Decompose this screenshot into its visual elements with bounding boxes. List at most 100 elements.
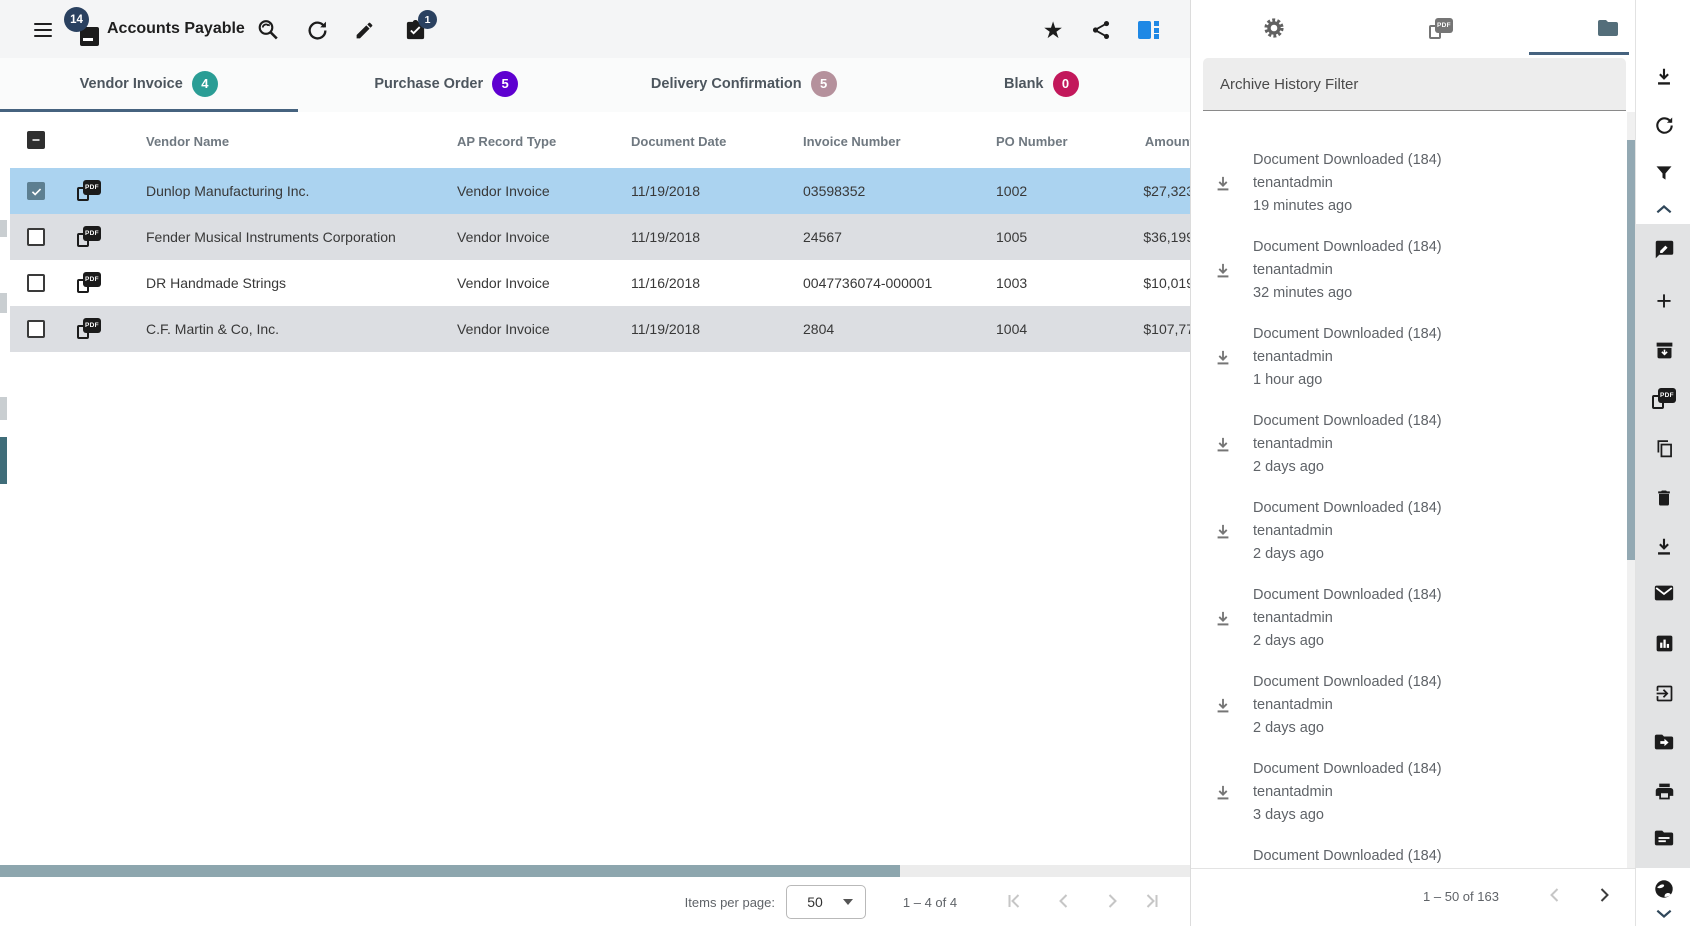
column-header-invoice-number: Invoice Number bbox=[803, 134, 901, 149]
row-checkbox[interactable] bbox=[27, 228, 45, 246]
print-button[interactable] bbox=[1636, 778, 1690, 804]
entry-user: tenantadmin bbox=[1253, 610, 1333, 626]
folder-icon bbox=[1596, 16, 1620, 40]
entry-time: 2 days ago bbox=[1253, 546, 1324, 562]
favorite-button[interactable]: ★ bbox=[1040, 17, 1066, 43]
entry-user: tenantadmin bbox=[1253, 349, 1333, 365]
annotate-button[interactable] bbox=[1636, 236, 1690, 262]
entry-title: Document Downloaded (184) bbox=[1253, 848, 1442, 864]
folder-contents-button[interactable] bbox=[1636, 825, 1690, 851]
pdf-icon: PDF bbox=[1652, 388, 1676, 409]
panel-page-range-label: 1 – 50 of 163 bbox=[1416, 889, 1506, 904]
history-entry: Document Downloaded (184) tenantadmin 19… bbox=[1191, 148, 1627, 235]
main-area: 14 Accounts Payable bbox=[0, 0, 1190, 926]
cell-document-date: 11/19/2018 bbox=[631, 229, 700, 245]
pdf-document-icon[interactable]: PDF bbox=[77, 180, 101, 201]
refresh-button[interactable] bbox=[304, 17, 330, 43]
search-again-button[interactable] bbox=[255, 17, 281, 43]
tasks-button[interactable]: 1 bbox=[402, 17, 428, 43]
last-page-button[interactable] bbox=[1139, 888, 1165, 914]
delete-button[interactable] bbox=[1636, 485, 1690, 511]
entry-time: 32 minutes ago bbox=[1253, 285, 1352, 301]
collapse-down-button[interactable] bbox=[1636, 901, 1690, 926]
table-row[interactable]: PDF Fender Musical Instruments Corporati… bbox=[10, 214, 1190, 260]
cell-invoice-number: 0047736074-000001 bbox=[803, 275, 932, 291]
tab-vendor-invoice[interactable]: Vendor Invoice 4 bbox=[0, 58, 298, 112]
filter-button[interactable] bbox=[1636, 160, 1690, 186]
table-row[interactable]: PDF C.F. Martin & Co, Inc. Vendor Invoic… bbox=[10, 306, 1190, 352]
history-entry: Document Downloaded (184) tenantadmin 1 … bbox=[1191, 322, 1627, 409]
table-row[interactable]: PDF DR Handmade Strings Vendor Invoice 1… bbox=[10, 260, 1190, 306]
table-paginator: Items per page: 50 1 – 4 of 4 bbox=[0, 877, 1190, 926]
column-header-ap-record-type: AP Record Type bbox=[457, 134, 556, 149]
history-entry: Document Downloaded (184) tenantadmin 2 … bbox=[1191, 409, 1627, 496]
panel-previous-page-button[interactable] bbox=[1542, 882, 1568, 908]
move-to-folder-button[interactable] bbox=[1636, 729, 1690, 755]
download-icon bbox=[1213, 261, 1233, 281]
cell-invoice-number: 03598352 bbox=[803, 183, 865, 199]
documents-queue-button[interactable]: 14 bbox=[62, 4, 104, 50]
archive-button[interactable] bbox=[1636, 337, 1690, 363]
cell-document-date: 11/19/2018 bbox=[631, 321, 700, 337]
tab-purchase-order[interactable]: Purchase Order 5 bbox=[298, 58, 596, 112]
report-button[interactable] bbox=[1636, 630, 1690, 656]
web-view-button[interactable] bbox=[1636, 876, 1690, 902]
entry-time: 2 days ago bbox=[1253, 633, 1324, 649]
split-view-button[interactable] bbox=[1136, 17, 1162, 43]
row-checkbox[interactable] bbox=[27, 320, 45, 338]
refresh-history-button[interactable] bbox=[1636, 112, 1690, 138]
row-checkbox[interactable] bbox=[27, 182, 45, 200]
cell-ap-record-type: Vendor Invoice bbox=[457, 229, 550, 245]
cell-vendor-name: Fender Musical Instruments Corporation bbox=[146, 229, 396, 245]
archive-history-list: Document Downloaded (184) tenantadmin 19… bbox=[1191, 112, 1627, 868]
horizontal-scrollbar-thumb[interactable] bbox=[0, 865, 900, 877]
previous-page-button[interactable] bbox=[1051, 888, 1077, 914]
cell-vendor-name: DR Handmade Strings bbox=[146, 275, 286, 291]
pdf-document-icon[interactable]: PDF bbox=[77, 226, 101, 247]
share-button[interactable] bbox=[1088, 17, 1114, 43]
download-button[interactable] bbox=[1636, 64, 1690, 90]
row-checkbox[interactable] bbox=[27, 274, 45, 292]
left-edge-mark-active bbox=[0, 437, 7, 484]
panel-tab-settings[interactable] bbox=[1191, 0, 1358, 56]
panel-tab-pdf[interactable]: PDF bbox=[1358, 0, 1525, 56]
archive-history-panel: PDF Archive History Filter Document Down… bbox=[1190, 0, 1690, 926]
entry-user: tenantadmin bbox=[1253, 784, 1333, 800]
table-row[interactable]: PDF Dunlop Manufacturing Inc. Vendor Inv… bbox=[10, 168, 1190, 214]
tab-blank[interactable]: Blank 0 bbox=[893, 58, 1191, 112]
cell-amount: $10,019 bbox=[1143, 275, 1190, 291]
pdf-document-icon[interactable]: PDF bbox=[77, 272, 101, 293]
app-root: 14 Accounts Payable bbox=[0, 0, 1690, 926]
pencil-icon bbox=[354, 20, 375, 41]
email-button[interactable] bbox=[1636, 580, 1690, 606]
pdf-button[interactable]: PDF bbox=[1636, 385, 1690, 411]
export-button[interactable] bbox=[1636, 680, 1690, 706]
split-view-icon bbox=[1138, 21, 1160, 39]
collapse-up-button[interactable] bbox=[1636, 196, 1690, 222]
select-all-checkbox[interactable] bbox=[27, 131, 45, 149]
panel-next-page-button[interactable] bbox=[1591, 882, 1617, 908]
tab-delivery-confirmation[interactable]: Delivery Confirmation 5 bbox=[595, 58, 893, 112]
horizontal-scrollbar[interactable] bbox=[0, 865, 1190, 877]
entry-user: tenantadmin bbox=[1253, 697, 1333, 713]
search-refresh-icon bbox=[256, 18, 280, 42]
panel-vertical-scrollbar[interactable] bbox=[1627, 112, 1635, 868]
next-page-button[interactable] bbox=[1099, 888, 1125, 914]
pdf-copies-icon: PDF bbox=[1429, 18, 1453, 39]
refresh-icon bbox=[306, 19, 329, 42]
page-title: Accounts Payable bbox=[107, 20, 245, 38]
menu-button[interactable] bbox=[30, 17, 56, 43]
cell-amount: $27,323 bbox=[1143, 183, 1190, 199]
download-document-button[interactable] bbox=[1636, 534, 1690, 560]
page-size-select[interactable]: 50 bbox=[786, 885, 866, 919]
history-entry: Document Downloaded (184) tenantadmin 32… bbox=[1191, 235, 1627, 322]
page-range-label: 1 – 4 of 4 bbox=[870, 895, 990, 910]
add-button[interactable]: + bbox=[1636, 288, 1690, 314]
entry-time: 1 hour ago bbox=[1253, 372, 1322, 388]
edit-button[interactable] bbox=[351, 17, 377, 43]
archive-history-filter-field[interactable]: Archive History Filter bbox=[1203, 58, 1626, 111]
pdf-document-icon[interactable]: PDF bbox=[77, 318, 101, 339]
panel-vertical-scrollbar-thumb[interactable] bbox=[1627, 140, 1635, 560]
first-page-button[interactable] bbox=[1001, 888, 1027, 914]
copy-button[interactable] bbox=[1636, 435, 1690, 461]
